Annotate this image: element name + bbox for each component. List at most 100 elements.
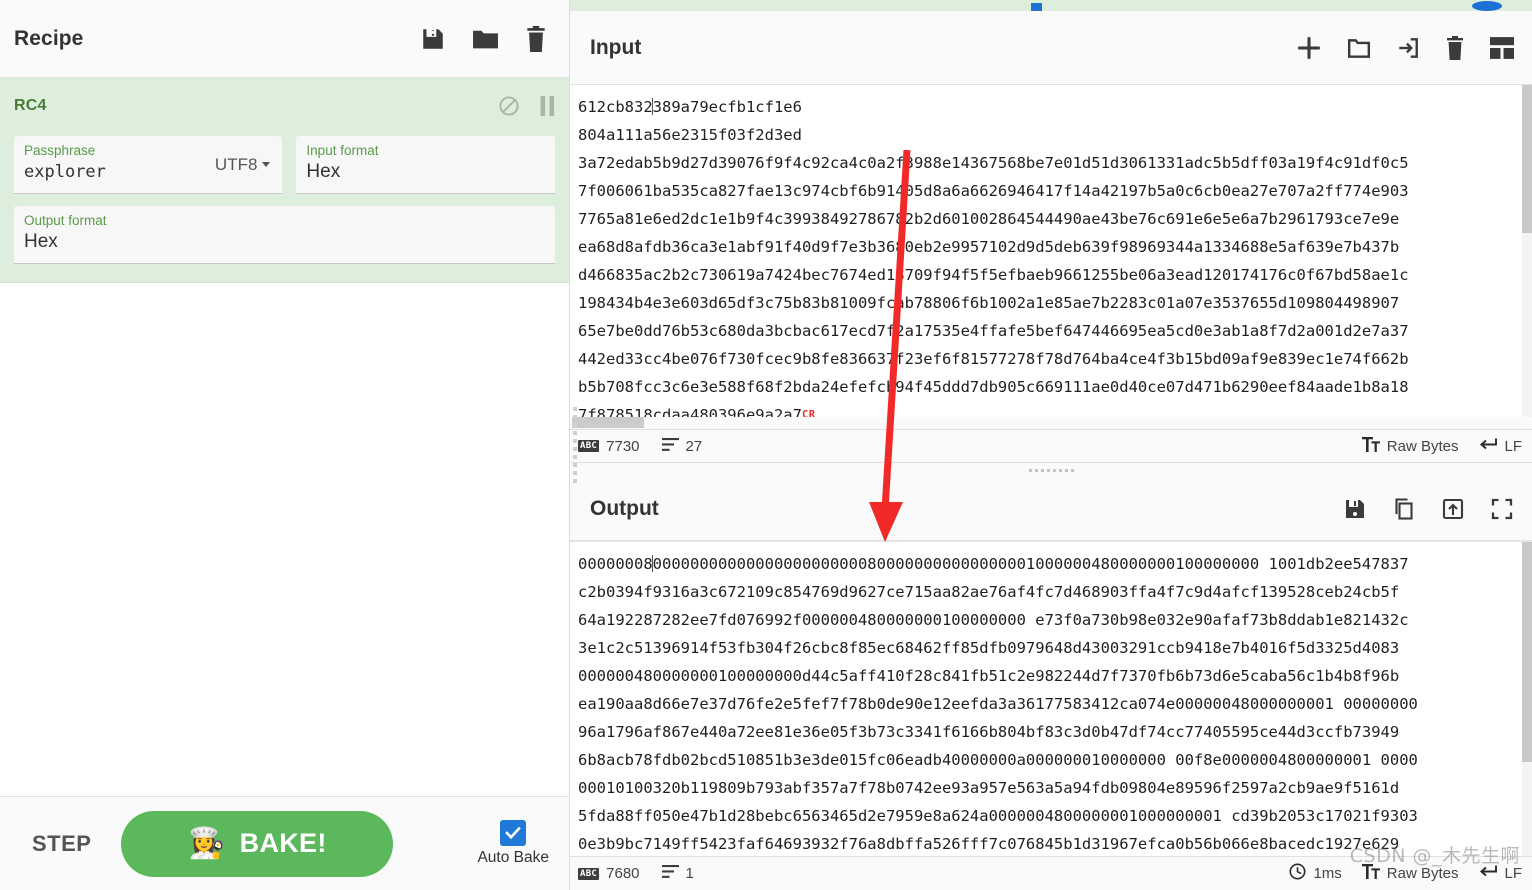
input-vertical-scrollbar[interactable]	[1522, 85, 1532, 425]
input-status-right: Raw Bytes LF	[1342, 436, 1522, 456]
input-length-value: 7730	[606, 437, 640, 455]
copy-output-icon[interactable]	[1392, 497, 1416, 521]
input-lines-group: 27	[661, 437, 703, 455]
auto-bake-checkbox[interactable]	[500, 820, 527, 846]
output-length-group: ABC 7680	[578, 865, 640, 882]
io-split-handle[interactable]	[570, 463, 1532, 477]
input-eol-group[interactable]: LF	[1478, 437, 1522, 456]
save-output-icon[interactable]	[1343, 497, 1367, 521]
output-time-group: 1ms	[1289, 863, 1342, 884]
load-recipe-icon[interactable]	[472, 27, 499, 51]
add-input-tab-icon[interactable]	[1296, 35, 1322, 61]
input-horizontal-scroll-thumb[interactable]	[572, 417, 644, 428]
chef-icon: 👩‍🍳	[188, 826, 226, 860]
save-recipe-icon[interactable]	[420, 26, 446, 52]
arg-passphrase[interactable]: Passphrase explorer UTF8	[14, 136, 283, 194]
input-eol-value: LF	[1504, 437, 1522, 455]
reset-pane-layout-icon[interactable]	[1490, 36, 1514, 59]
recipe-pane: Recipe RC4 Passphrase explorer UTF8 Inpu…	[0, 0, 570, 890]
recipe-toolbar	[420, 25, 547, 52]
output-status-bar: ABC 7680 1 1ms Raw Bytes LF	[570, 856, 1532, 890]
input-section: Input 612cb832389a79ecfb1cf1e6 804a111a5…	[570, 11, 1532, 463]
bake-button-label: BAKE!	[239, 828, 327, 858]
split-handle-dots	[1028, 468, 1074, 472]
recipe-operation-rc4[interactable]: RC4 Passphrase explorer UTF8 Input forma…	[0, 78, 569, 283]
operation-args-row-2: Output format Hex	[14, 206, 555, 264]
cyberchef-app: Recipe RC4 Passphrase explorer UTF8 Inpu…	[0, 0, 1532, 890]
arg-output-format-value[interactable]: Hex	[24, 229, 545, 255]
output-section: Output 000000080000000000000000000000080…	[570, 477, 1532, 890]
output-encoding-group[interactable]: Raw Bytes	[1361, 864, 1459, 883]
input-line: 612cb832389a79ecfb1cf1e6 804a111a56e2315…	[578, 98, 1409, 424]
arg-output-format[interactable]: Output format Hex	[14, 206, 555, 264]
input-vertical-scroll-thumb[interactable]	[1522, 85, 1532, 233]
lines-icon	[661, 437, 679, 455]
output-title-bar: Output	[570, 477, 1532, 541]
input-text[interactable]: 612cb832389a79ecfb1cf1e6 804a111a56e2315…	[570, 93, 1532, 429]
output-lines-value: 1	[685, 865, 694, 882]
operation-header: RC4	[14, 88, 555, 124]
output-vertical-scroll-thumb[interactable]	[1522, 542, 1532, 762]
replace-input-with-output-icon[interactable]	[1441, 497, 1465, 521]
output-pane-title: Output	[590, 496, 659, 520]
input-encoding-value: Raw Bytes	[1386, 437, 1459, 455]
operation-title: RC4	[14, 97, 47, 114]
recipe-controls-bar: STEP 👩‍🍳 BAKE! Auto Bake	[0, 796, 569, 890]
auto-bake-label: Auto Bake	[477, 849, 549, 866]
output-lines-group: 1	[661, 865, 694, 882]
input-lines-value: 27	[685, 437, 703, 455]
clear-input-icon[interactable]	[1445, 35, 1465, 60]
abc-icon: ABC	[578, 867, 600, 880]
breakpoint-icon[interactable]	[540, 96, 555, 116]
arg-input-format[interactable]: Input format Hex	[296, 136, 555, 194]
input-tab-indicator-2	[1472, 1, 1502, 11]
input-toolbar	[1296, 35, 1514, 61]
step-button[interactable]: STEP	[20, 825, 103, 863]
bake-button[interactable]: 👩‍🍳 BAKE!	[121, 810, 394, 877]
passphrase-encoding-value: UTF8	[214, 154, 258, 174]
recipe-operation-list[interactable]: RC4 Passphrase explorer UTF8 Input forma…	[0, 78, 569, 796]
input-status-bar: ABC 7730 27 Raw Bytes LF	[570, 429, 1532, 463]
arg-input-format-value[interactable]: Hex	[306, 159, 545, 185]
input-pane-title: Input	[590, 35, 642, 59]
output-length-value: 7680	[606, 865, 640, 882]
input-length-group: ABC 7730	[578, 438, 640, 455]
clear-recipe-icon[interactable]	[525, 25, 547, 52]
clock-icon	[1289, 863, 1306, 884]
font-icon	[1361, 864, 1380, 883]
input-editor[interactable]: 612cb832389a79ecfb1cf1e6 804a111a56e2315…	[570, 85, 1532, 429]
operation-args-row-1: Passphrase explorer UTF8 Input format He…	[14, 136, 555, 194]
return-icon	[1478, 864, 1498, 883]
auto-bake-toggle[interactable]: Auto Bake	[477, 820, 549, 867]
io-pane: Input 612cb832389a79ecfb1cf1e6 804a111a5…	[570, 0, 1532, 890]
output-line: 0000000800000000000000000000000800000000…	[578, 555, 1418, 853]
input-horizontal-scrollbar[interactable]	[570, 417, 1532, 429]
font-icon	[1361, 436, 1380, 456]
input-tab-indicator-1	[1031, 3, 1042, 11]
input-encoding-group[interactable]: Raw Bytes	[1361, 436, 1459, 456]
output-text[interactable]: 0000000800000000000000000000000800000000…	[570, 550, 1532, 856]
output-time-value: 1ms	[1313, 865, 1342, 882]
output-encoding-value: Raw Bytes	[1386, 865, 1459, 882]
output-status-right: 1ms Raw Bytes LF	[1269, 863, 1522, 884]
abc-icon: ABC	[578, 440, 600, 452]
open-folder-as-input-icon[interactable]	[1347, 36, 1371, 60]
output-eol-group[interactable]: LF	[1478, 864, 1522, 883]
recipe-title-bar: Recipe	[0, 0, 569, 78]
lines-icon	[661, 865, 679, 882]
arg-output-format-label: Output format	[24, 213, 107, 228]
text-caret	[652, 98, 654, 115]
input-tab-strip[interactable]	[570, 0, 1532, 11]
input-title-bar: Input	[570, 11, 1532, 85]
disable-icon[interactable]	[498, 95, 520, 117]
passphrase-encoding-dropdown[interactable]: UTF8	[215, 155, 271, 175]
open-file-as-input-icon[interactable]	[1396, 36, 1420, 60]
arg-input-format-label: Input format	[306, 143, 379, 158]
maximise-output-icon[interactable]	[1490, 497, 1514, 521]
output-eol-value: LF	[1504, 865, 1522, 882]
output-text-caret	[652, 555, 654, 572]
output-editor[interactable]: 0000000800000000000000000000000800000000…	[570, 541, 1532, 856]
chevron-down-icon	[262, 162, 271, 167]
output-vertical-scrollbar[interactable]	[1522, 542, 1532, 856]
return-icon	[1478, 437, 1498, 456]
